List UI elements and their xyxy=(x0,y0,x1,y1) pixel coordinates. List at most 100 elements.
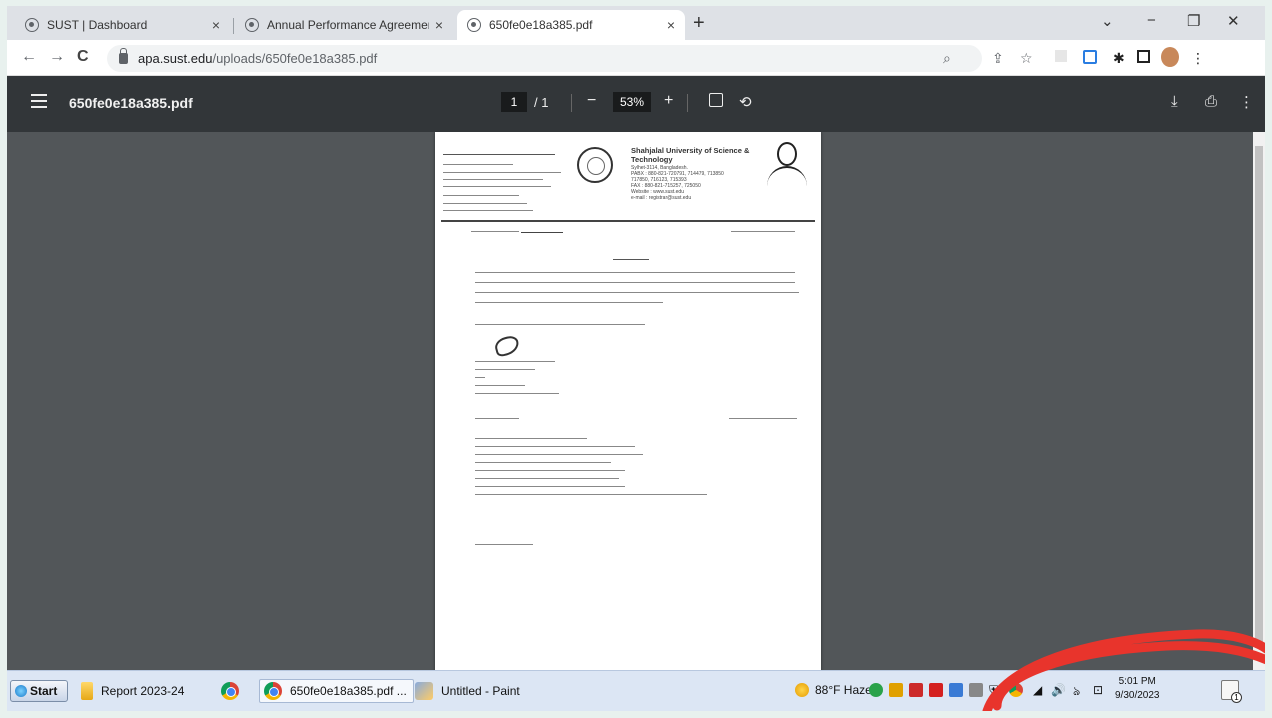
university-seal-logo xyxy=(577,147,613,183)
back-button[interactable]: ← xyxy=(21,48,37,66)
page-total: / 1 xyxy=(534,95,549,110)
address-bar[interactable]: apa.sust.edu/uploads/650fe0e18a385.pdf xyxy=(107,45,982,72)
signatory-line xyxy=(475,361,555,362)
bookmark-star-icon[interactable]: ☆ xyxy=(1020,50,1033,67)
tab-strip: SUST | Dashboard × Annual Performance Ag… xyxy=(7,6,1265,40)
fit-page-icon[interactable] xyxy=(709,93,723,107)
close-tab-icon[interactable]: × xyxy=(435,17,443,33)
more-actions-icon[interactable]: ⋮ xyxy=(1239,93,1254,111)
copy-list-item xyxy=(475,486,625,487)
tab-sust-dashboard[interactable]: SUST | Dashboard × xyxy=(15,10,230,40)
zoom-icon[interactable]: ⌕ xyxy=(943,50,951,67)
reload-button[interactable]: C xyxy=(77,48,89,66)
extension-s-icon[interactable] xyxy=(1083,50,1097,64)
body-line xyxy=(475,272,795,273)
profile-avatar[interactable] xyxy=(1161,47,1179,67)
side-panel-icon[interactable] xyxy=(1137,50,1150,63)
volume-icon[interactable]: 🔊 xyxy=(1051,683,1066,697)
copy-list-item xyxy=(475,470,625,471)
tab-divider xyxy=(233,18,234,34)
share-icon[interactable]: ⇪ xyxy=(992,50,1004,67)
clock-time: 5:01 PM xyxy=(1118,676,1156,687)
scrollbar-thumb[interactable] xyxy=(1255,146,1263,648)
new-tab-button[interactable]: + xyxy=(693,12,705,35)
extensions-puzzle-icon[interactable]: ✱ xyxy=(1113,50,1125,67)
rotate-icon[interactable]: ⟲ xyxy=(739,93,752,111)
chrome-menu-icon[interactable]: ⋮ xyxy=(1191,50,1205,67)
bangla-header-line xyxy=(443,164,513,165)
close-tab-icon[interactable]: × xyxy=(667,17,675,33)
menu-icon[interactable] xyxy=(31,94,47,108)
globe-icon xyxy=(245,18,259,32)
start-button[interactable]: Start xyxy=(10,680,68,702)
taskbar-item-paint[interactable]: Untitled - Paint xyxy=(415,679,520,703)
header-rule xyxy=(441,220,815,222)
copy-list-item xyxy=(475,446,635,447)
signatory-line xyxy=(475,369,535,370)
close-tab-icon[interactable]: × xyxy=(212,17,220,33)
pdf-page: Shahjalal University of Science & Techno… xyxy=(435,132,821,670)
bangla-header-line xyxy=(443,186,551,187)
keyboard-icon[interactable]: ⊡ xyxy=(1093,683,1103,697)
zoom-level-input[interactable]: 53% xyxy=(613,92,651,112)
lock-icon xyxy=(119,48,128,64)
bangla-header-line xyxy=(443,203,527,204)
weather-text[interactable]: 88°F Haze xyxy=(815,683,872,697)
memo-number xyxy=(471,231,519,232)
pdf-viewer-area[interactable]: Shahjalal University of Science & Techno… xyxy=(7,132,1265,670)
bangla-header-line xyxy=(443,172,561,173)
screen: SUST | Dashboard × Annual Performance Ag… xyxy=(7,6,1265,711)
chrome-tray-icon[interactable] xyxy=(1009,683,1023,697)
wifi-icon[interactable]: ◢ xyxy=(1033,683,1042,697)
tab-search-button[interactable]: ⌄ xyxy=(1101,12,1114,30)
restore-button[interactable]: ❐ xyxy=(1187,12,1200,30)
copy-list-item xyxy=(475,462,611,463)
signature xyxy=(493,334,521,358)
university-address: Sylhet-3114, Bangladesh. PABX : 880-821-… xyxy=(631,165,724,201)
tray-app-icon[interactable] xyxy=(929,683,943,697)
tab-pdf-active[interactable]: 650fe0e18a385.pdf × xyxy=(457,10,685,40)
print-icon[interactable]: ⎙ xyxy=(1205,93,1217,110)
minimize-button[interactable]: − xyxy=(1147,12,1156,29)
memo-number xyxy=(475,418,519,419)
windows-taskbar: Start Report 2023-24 650fe0e18a385.pdf .… xyxy=(7,670,1265,711)
bangla-header-line xyxy=(443,154,555,155)
divider xyxy=(571,94,572,112)
taskbar-item-report[interactable]: Report 2023-24 xyxy=(81,679,184,703)
handwritten-memo-number xyxy=(521,223,563,233)
taskbar-item-label: Untitled - Paint xyxy=(441,684,520,698)
signatory-line xyxy=(475,377,485,378)
body-line xyxy=(475,292,799,293)
download-icon[interactable]: ⤓ xyxy=(1171,93,1178,110)
globe-icon xyxy=(467,18,481,32)
bangla-header-line xyxy=(443,210,533,211)
network-icon[interactable]: ⛨ xyxy=(989,683,998,698)
tab-annual-performance[interactable]: Annual Performance Agreement × xyxy=(235,10,453,40)
copy-list-item xyxy=(475,454,643,455)
close-window-button[interactable]: ✕ xyxy=(1227,12,1240,30)
taskbar-item-pdf[interactable]: 650fe0e18a385.pdf ... xyxy=(259,679,414,703)
globe-icon xyxy=(25,18,39,32)
office-order-title xyxy=(613,259,649,260)
taskbar-item-chrome[interactable] xyxy=(221,679,247,703)
bangla-header-line xyxy=(443,179,543,180)
divider xyxy=(687,94,688,112)
taskbar-item-label: 650fe0e18a385.pdf ... xyxy=(290,684,407,698)
tab-title: 650fe0e18a385.pdf xyxy=(489,18,593,32)
tray-app-icon[interactable] xyxy=(909,683,923,697)
page-number-input[interactable]: 1 xyxy=(501,92,527,112)
forward-button[interactable]: → xyxy=(49,48,65,66)
vertical-scrollbar[interactable] xyxy=(1253,132,1265,670)
system-clock[interactable]: 5:01 PM 9/30/2023 xyxy=(1115,675,1160,703)
extension-icon[interactable] xyxy=(1055,50,1067,62)
tray-app-icon[interactable] xyxy=(949,683,963,697)
clock-date: 9/30/2023 xyxy=(1115,690,1160,701)
notification-icon[interactable]: 1 xyxy=(1221,680,1242,703)
weather-sun-icon[interactable] xyxy=(795,683,809,697)
language-icon[interactable]: ঌ xyxy=(1073,683,1080,703)
zoom-out-button[interactable]: − xyxy=(587,92,596,110)
zoom-in-button[interactable]: + xyxy=(664,92,673,110)
tray-app-icon[interactable] xyxy=(969,683,983,697)
tray-app-icon[interactable] xyxy=(869,683,883,697)
tray-app-icon[interactable] xyxy=(889,683,903,697)
